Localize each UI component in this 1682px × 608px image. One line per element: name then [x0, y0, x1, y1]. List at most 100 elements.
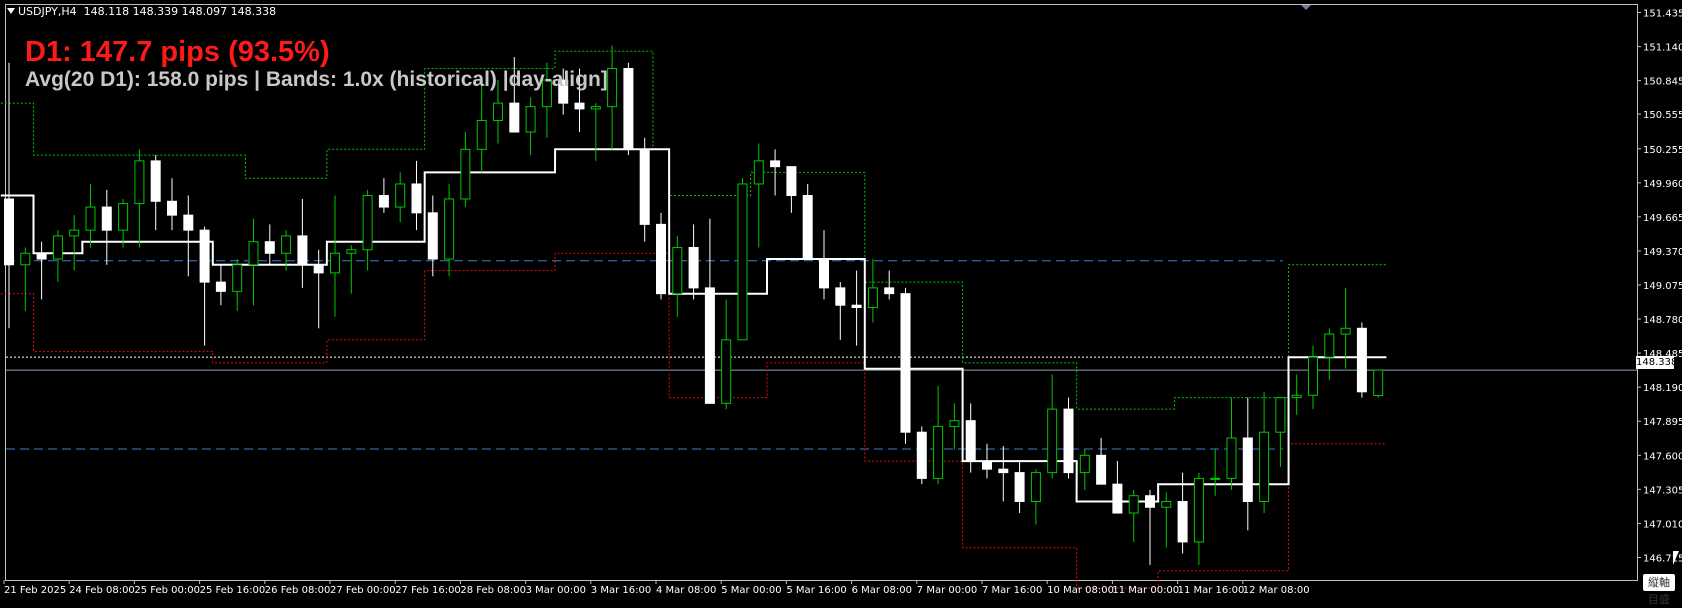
- candle-body: [949, 420, 960, 427]
- candle-body: [1373, 369, 1384, 396]
- candle: [656, 212, 666, 300]
- candle-body: [1145, 495, 1155, 508]
- chart-window[interactable]: 151.435 151.140 150.845 150.555 150.255 149.9…: [0, 0, 1682, 606]
- time-tick-label: 25 Feb 00:00: [134, 585, 200, 596]
- time-axis[interactable]: 21 Feb 2025 24 Feb 08:00 25 Feb 00:00 25 Fe…: [3, 580, 1310, 596]
- candle-body: [916, 431, 927, 479]
- candle: [167, 178, 177, 231]
- price-scale-button[interactable]: 縦軸目盛: [1643, 574, 1675, 606]
- candle-body: [4, 198, 14, 266]
- candle: [1324, 328, 1335, 381]
- candle-body: [802, 195, 813, 260]
- candles-layer: [4, 45, 1384, 565]
- candle: [1226, 397, 1237, 490]
- time-tick-label: 21 Feb 2025: [4, 585, 66, 596]
- candle: [623, 62, 634, 156]
- candle: [525, 97, 536, 156]
- time-tick-label: 3 Mar 00:00: [526, 585, 586, 596]
- candle-body: [607, 68, 618, 108]
- candle-body: [1308, 356, 1318, 396]
- candle: [786, 166, 797, 213]
- candle: [819, 230, 829, 300]
- candle-body: [427, 212, 438, 260]
- candle-body: [1275, 397, 1286, 433]
- candle-body: [1210, 477, 1221, 480]
- candle-body: [330, 252, 340, 274]
- candle: [215, 264, 226, 306]
- candle: [118, 198, 129, 248]
- candle: [1145, 489, 1155, 565]
- candle: [1112, 461, 1123, 514]
- candle-body: [639, 148, 650, 225]
- candle-body: [395, 183, 406, 208]
- time-tick-label: 4 Mar 08:00: [656, 585, 716, 596]
- candle: [1193, 472, 1204, 565]
- candle: [395, 172, 406, 223]
- mouse-cursor-icon: [1673, 551, 1679, 565]
- candle-body: [884, 287, 895, 295]
- candle: [1210, 449, 1221, 496]
- candle: [134, 149, 145, 248]
- candle: [1014, 461, 1025, 514]
- scroll-marker-icon[interactable]: [1301, 5, 1311, 10]
- candle-body: [248, 241, 259, 266]
- candle-body: [264, 241, 275, 254]
- candle-body: [101, 206, 112, 231]
- candle: [199, 226, 210, 346]
- candle: [672, 235, 683, 317]
- range-headline: D1: 147.7 pips (93.5%): [25, 36, 330, 68]
- time-tick-label: 10 Mar 08:00: [1047, 585, 1114, 596]
- candle: [639, 137, 650, 242]
- price-axis[interactable]: 151.435 151.140 150.845 150.555 150.255 149.9…: [1637, 9, 1682, 565]
- candle: [248, 218, 259, 306]
- candle-body: [36, 252, 47, 260]
- candle: [1308, 345, 1318, 410]
- candle-body: [411, 183, 422, 214]
- candle: [1275, 397, 1286, 467]
- candle-body: [1324, 333, 1335, 358]
- candle-body: [444, 198, 455, 260]
- time-tick-label: 5 Mar 16:00: [786, 585, 846, 596]
- candle: [346, 245, 357, 294]
- candle: [721, 299, 732, 410]
- candle-body: [1161, 500, 1172, 508]
- candle: [1079, 449, 1090, 490]
- collapse-triangle-icon[interactable]: [7, 8, 15, 14]
- candle: [362, 189, 373, 271]
- candle: [753, 143, 764, 248]
- candle-body: [1128, 495, 1139, 514]
- candle-body: [851, 304, 862, 309]
- candle-body: [52, 235, 63, 260]
- candle: [1128, 489, 1139, 542]
- price-tick-label: 147.305: [1643, 485, 1682, 496]
- time-tick-label: 7 Mar 16:00: [982, 585, 1042, 596]
- candle-body: [1226, 437, 1237, 479]
- time-tick-label: 26 Feb 08:00: [265, 585, 331, 596]
- candle: [998, 446, 1009, 502]
- candle: [590, 103, 601, 161]
- price-tick-label: 149.075: [1643, 281, 1682, 292]
- candle-body: [167, 200, 177, 216]
- candle: [101, 189, 112, 265]
- candle: [867, 259, 878, 323]
- candle-body: [704, 287, 715, 404]
- price-tick-label: 147.895: [1643, 417, 1682, 428]
- candle-body: [933, 425, 944, 479]
- price-tick-label: 149.665: [1643, 213, 1682, 224]
- candle-body: [786, 166, 797, 197]
- candle: [1063, 397, 1074, 479]
- candle: [313, 249, 324, 329]
- candle: [835, 282, 846, 340]
- candle-body: [835, 287, 846, 306]
- symbol-timeframe: USDJPY,H4: [18, 5, 77, 18]
- candle-body: [150, 160, 161, 202]
- candle: [378, 178, 389, 213]
- candle: [688, 224, 699, 300]
- candle-body: [753, 160, 764, 185]
- candle-body: [232, 264, 243, 292]
- price-tick-label: 149.960: [1643, 179, 1682, 190]
- candle: [411, 160, 422, 231]
- candle-body: [1063, 408, 1074, 474]
- candle-body: [1242, 437, 1253, 502]
- candle: [444, 183, 455, 277]
